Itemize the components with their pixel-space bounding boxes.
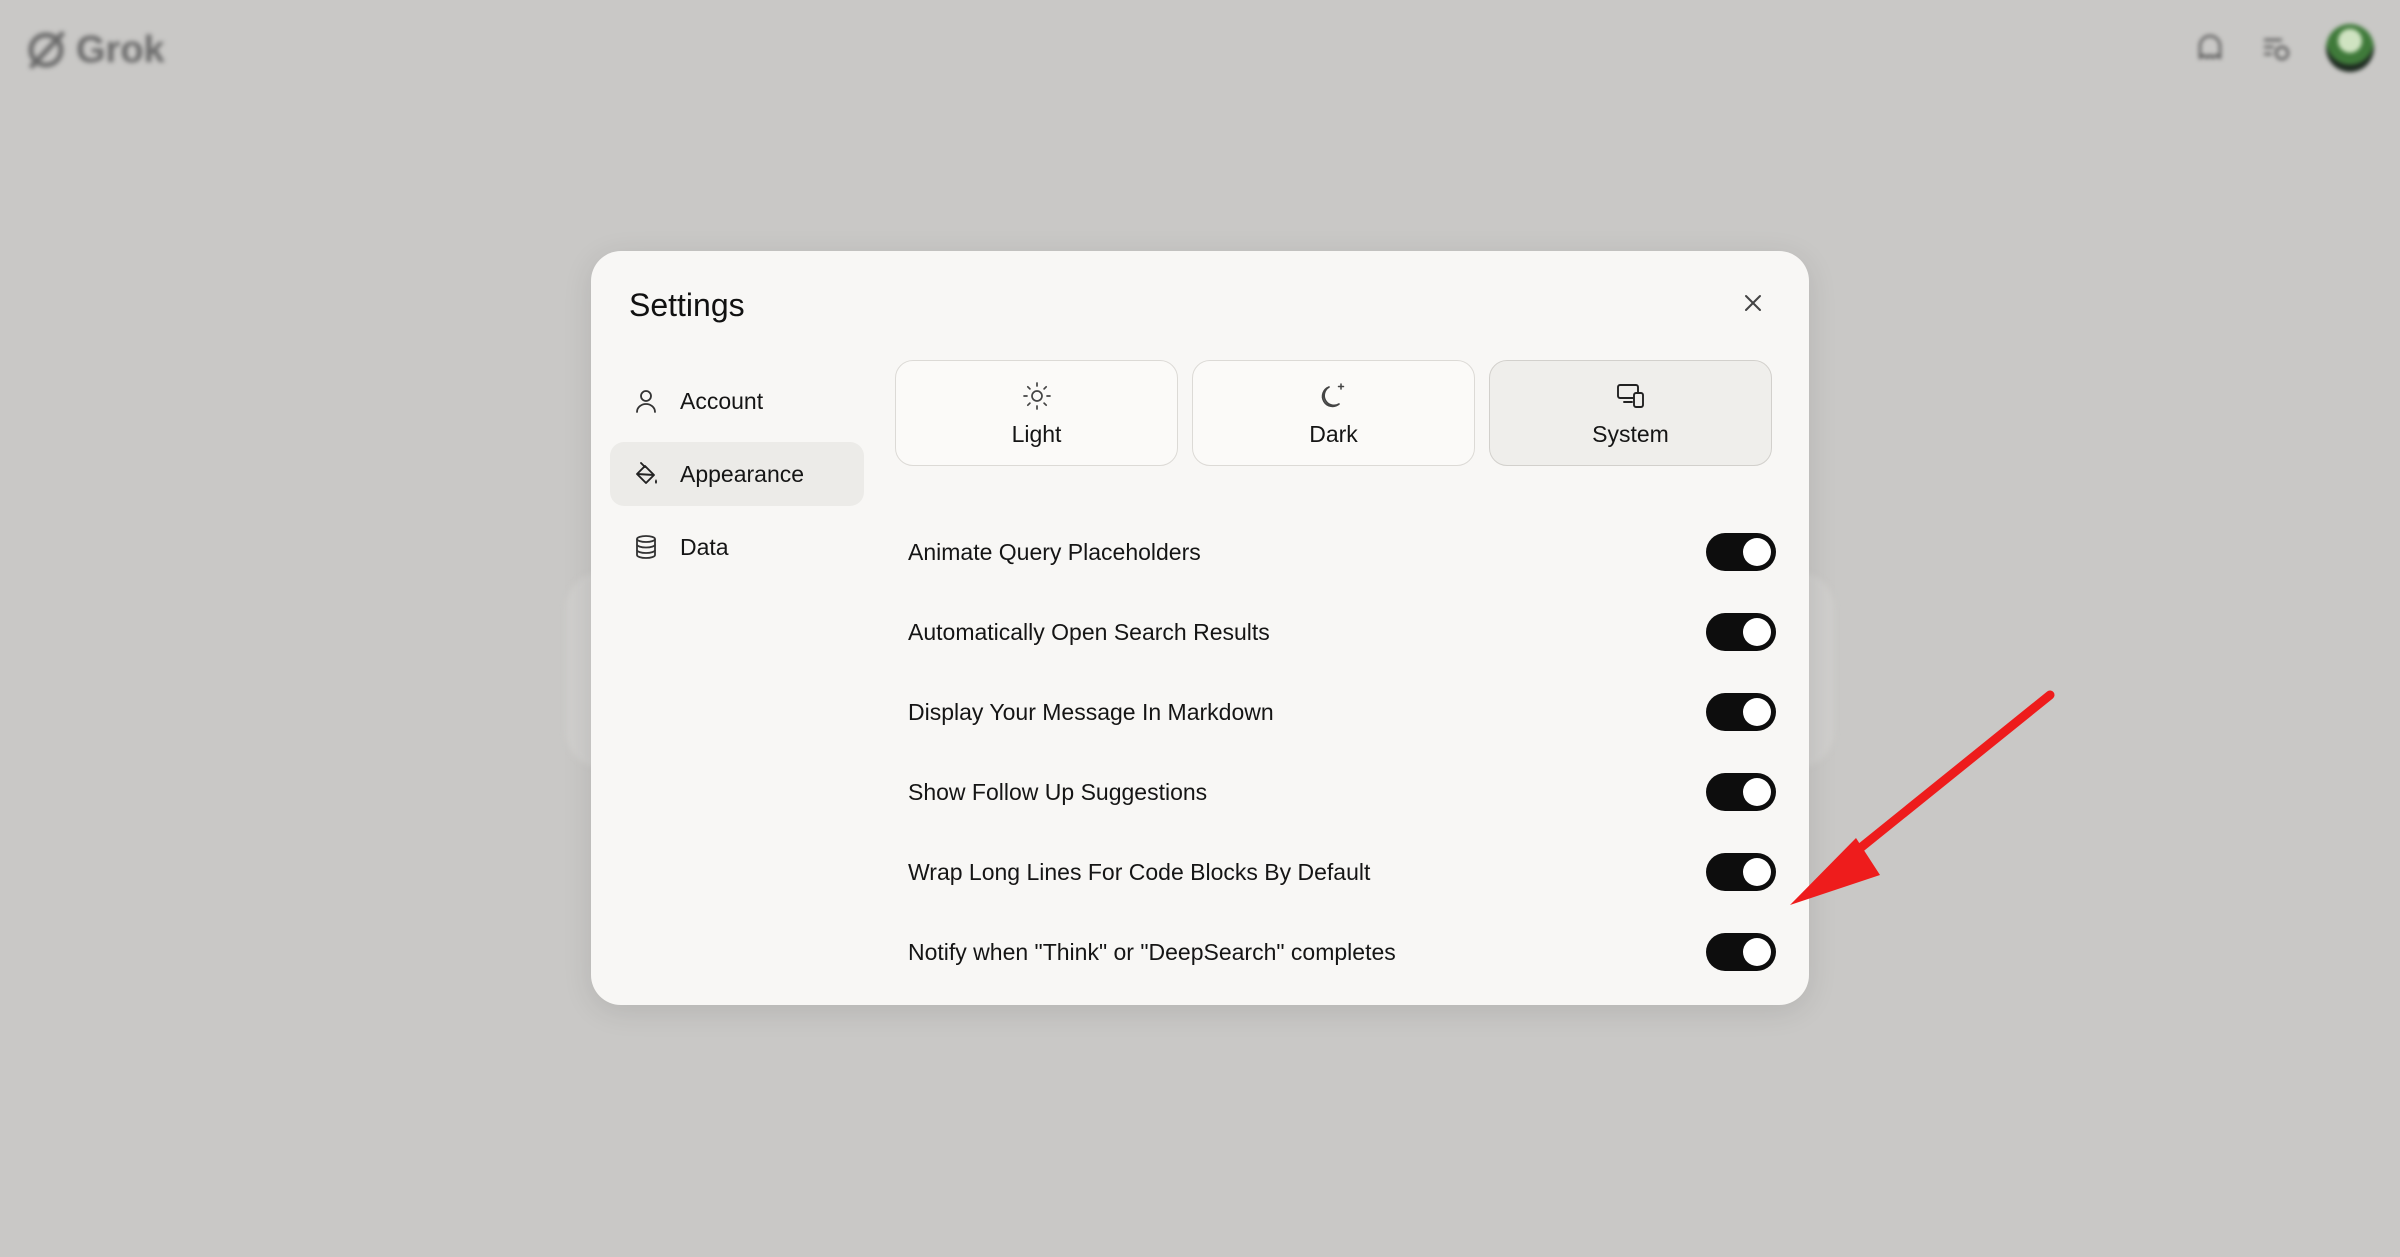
setting-label: Wrap Long Lines For Code Blocks By Defau… — [908, 858, 1371, 885]
follow-up-suggestions-toggle[interactable] — [1706, 773, 1776, 811]
wrap-long-lines-toggle[interactable] — [1706, 853, 1776, 891]
modal-title: Settings — [629, 287, 745, 323]
setting-label: Automatically Open Search Results — [908, 618, 1270, 645]
setting-follow-up-suggestions: Show Follow Up Suggestions — [908, 752, 1778, 832]
setting-label: Notify when "Think" or "DeepSearch" comp… — [908, 938, 1396, 965]
notify-think-deepsearch-toggle[interactable] — [1706, 933, 1776, 971]
sun-icon — [1020, 379, 1054, 413]
toggle-knob — [1743, 778, 1771, 806]
animate-query-placeholders-toggle[interactable] — [1706, 533, 1776, 571]
setting-display-markdown: Display Your Message In Markdown — [908, 672, 1778, 752]
user-icon — [632, 387, 660, 415]
setting-auto-open-search-results: Automatically Open Search Results — [908, 592, 1778, 672]
sidebar-item-label: Data — [680, 533, 729, 560]
theme-selector: Light Dark System — [895, 360, 1772, 466]
theme-label: Light — [1011, 420, 1062, 447]
setting-label: Display Your Message In Markdown — [908, 698, 1274, 725]
app-logo: Grok — [24, 28, 165, 72]
settings-sidebar: Account Appearance Data — [610, 369, 864, 588]
theme-option-system[interactable]: System — [1489, 360, 1772, 466]
app-name: Grok — [76, 28, 165, 71]
close-icon — [1745, 295, 1761, 311]
close-button[interactable] — [1737, 287, 1769, 319]
toggle-knob — [1743, 858, 1771, 886]
sidebar-item-data[interactable]: Data — [610, 515, 864, 579]
auto-open-search-results-toggle[interactable] — [1706, 613, 1776, 651]
setting-label: Animate Query Placeholders — [908, 538, 1201, 565]
sidebar-item-appearance[interactable]: Appearance — [610, 442, 864, 506]
grok-logo-icon — [28, 31, 65, 69]
paint-bucket-icon — [632, 460, 660, 488]
theme-label: Dark — [1309, 420, 1358, 447]
sidebar-item-label: Account — [680, 387, 764, 414]
toggle-knob — [1743, 698, 1771, 726]
setting-label: Show Follow Up Suggestions — [908, 778, 1208, 805]
theme-option-light[interactable]: Light — [895, 360, 1178, 466]
setting-wrap-long-lines: Wrap Long Lines For Code Blocks By Defau… — [908, 832, 1778, 912]
devices-icon — [1614, 379, 1648, 413]
settings-modal: Settings Account Appearance Data Light D… — [591, 251, 1809, 1005]
toggle-knob — [1743, 938, 1771, 966]
database-icon — [632, 533, 660, 561]
display-markdown-toggle[interactable] — [1706, 693, 1776, 731]
setting-notify-think-deepsearch: Notify when "Think" or "DeepSearch" comp… — [908, 912, 1778, 992]
history-icon[interactable] — [2260, 32, 2292, 64]
top-right-toolbar — [2194, 24, 2374, 72]
toggle-knob — [1743, 538, 1771, 566]
setting-animate-query-placeholders: Animate Query Placeholders — [908, 512, 1778, 592]
ghost-chat-icon[interactable] — [2194, 32, 2226, 64]
toggle-knob — [1743, 618, 1771, 646]
user-avatar[interactable] — [2326, 24, 2374, 72]
sidebar-item-label: Appearance — [680, 460, 805, 487]
sidebar-item-account[interactable]: Account — [610, 369, 864, 433]
theme-label: System — [1592, 420, 1669, 447]
theme-option-dark[interactable]: Dark — [1192, 360, 1475, 466]
appearance-settings-list: Animate Query Placeholders Automatically… — [908, 512, 1778, 992]
moon-icon — [1317, 379, 1351, 413]
